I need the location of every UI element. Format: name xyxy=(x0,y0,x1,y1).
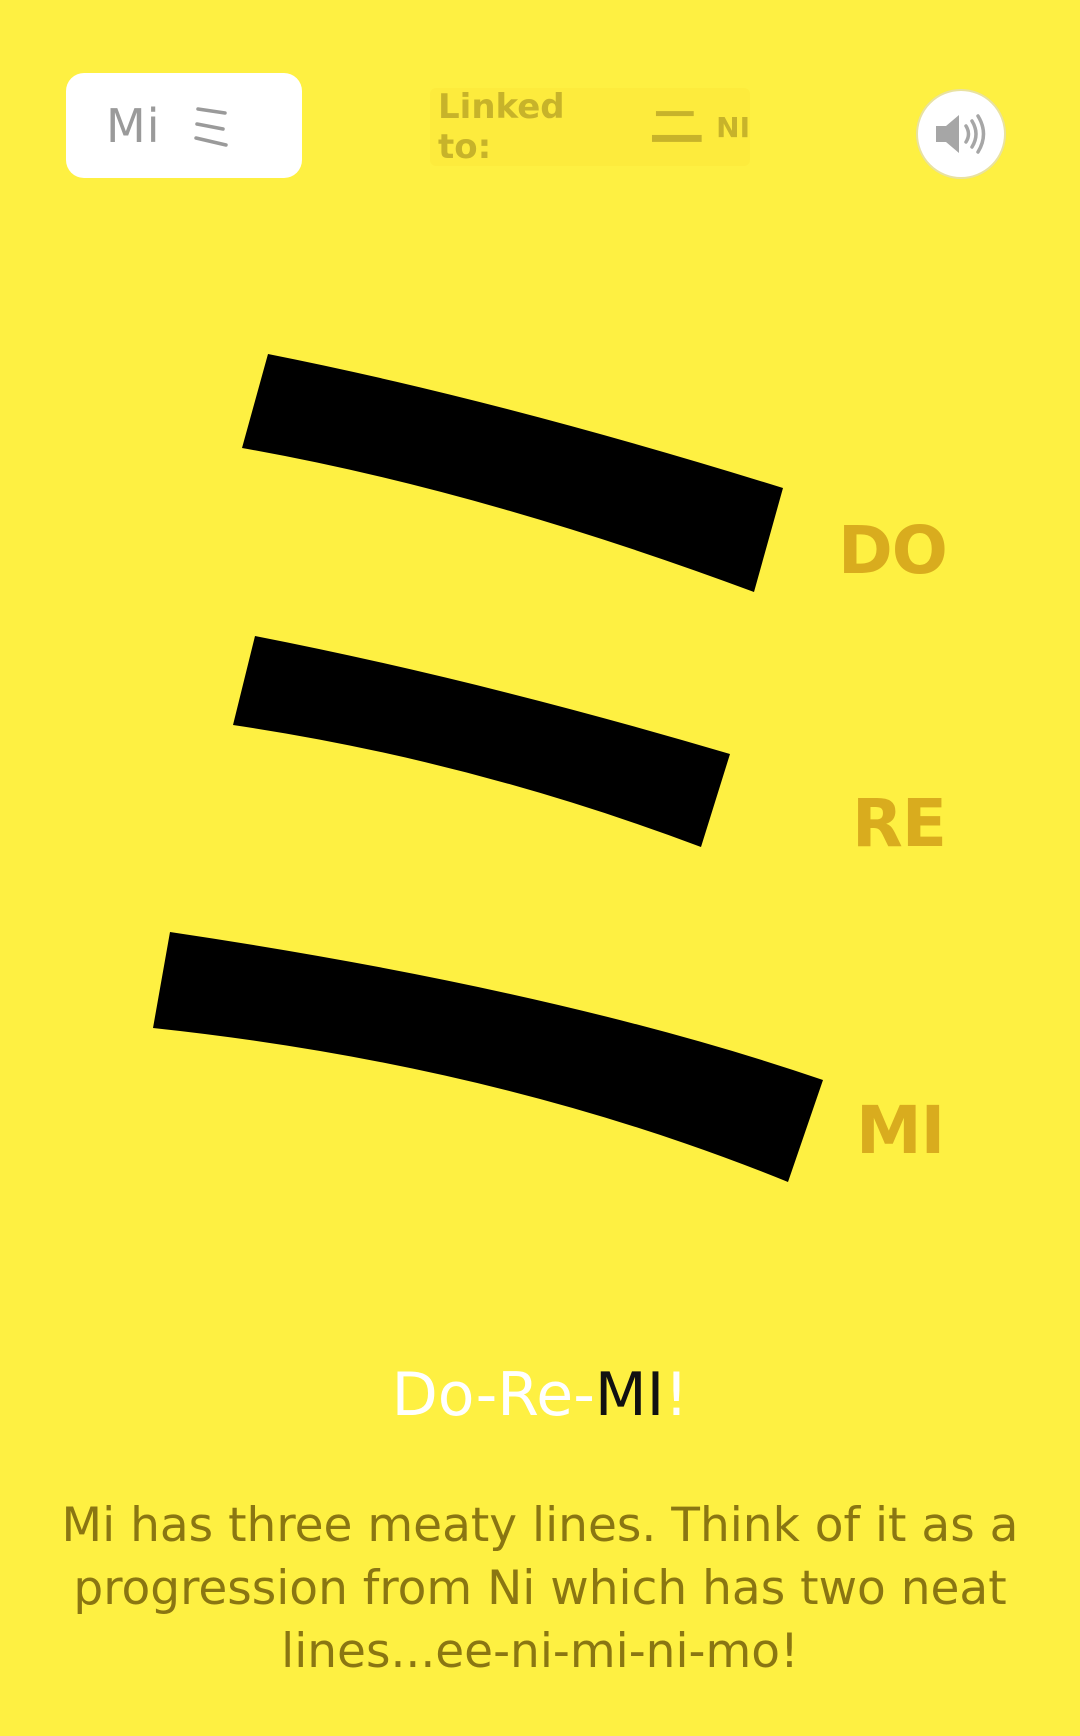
description: Mi has three meaty lines. Think of it as… xyxy=(61,1498,1019,1679)
page-title: Do-Re-MI! xyxy=(0,1355,1080,1435)
stroke-label-re: RE xyxy=(852,785,947,862)
title-prefix: Do-Re- xyxy=(391,1360,595,1430)
stroke-1 xyxy=(242,354,783,592)
mi-stroke-diagram xyxy=(153,354,823,1182)
stroke-label-mi: MI xyxy=(856,1092,945,1169)
stroke-label-do: DO xyxy=(838,512,948,589)
stroke-2 xyxy=(233,636,730,847)
stroke-3 xyxy=(153,932,823,1182)
title-suffix: ! xyxy=(664,1360,689,1430)
title-highlight: MI xyxy=(594,1360,665,1430)
